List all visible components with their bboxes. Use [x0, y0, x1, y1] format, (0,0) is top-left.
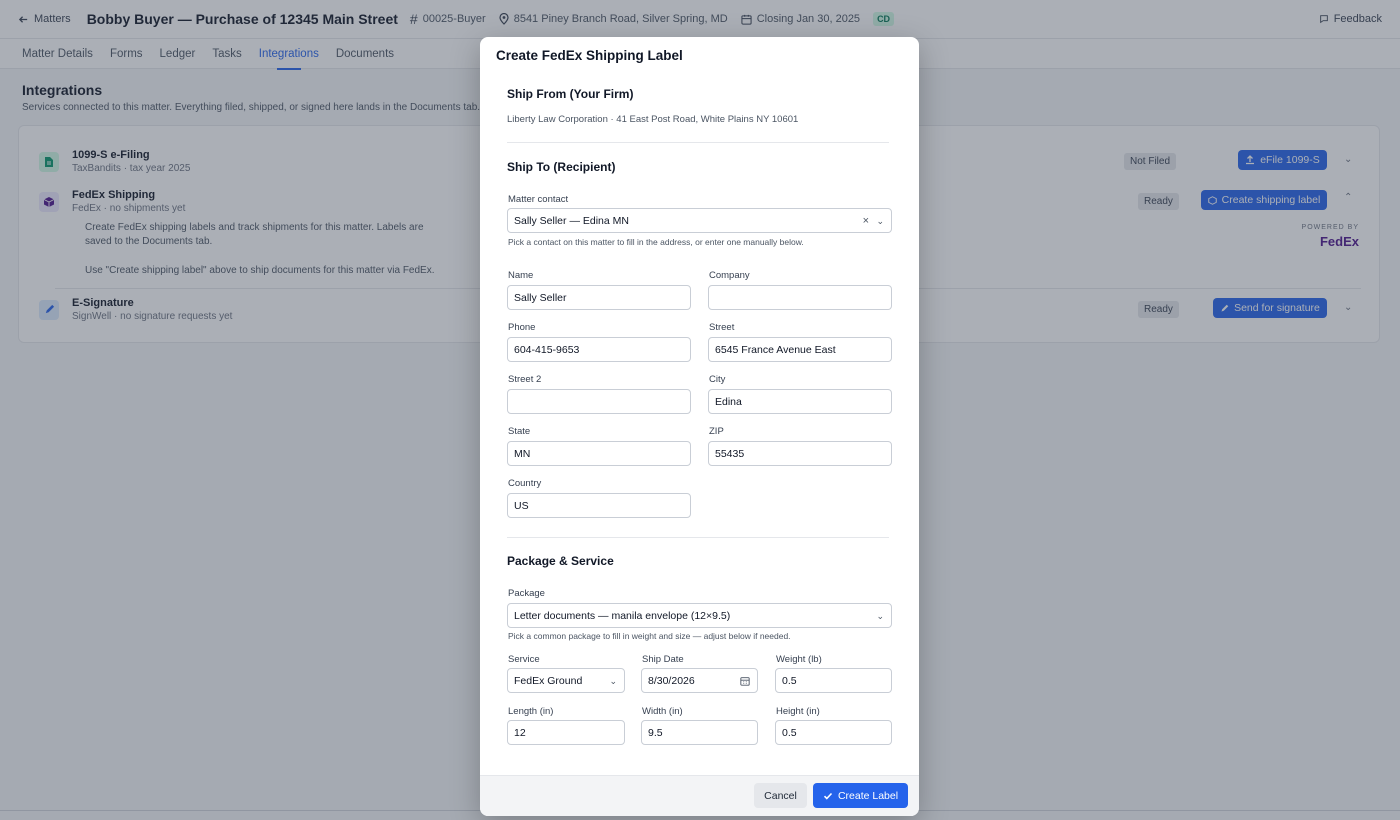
package-hint: Pick a common package to fill in weight …: [508, 631, 791, 641]
matter-contact-select[interactable]: Sally Seller — Edina MN × ⌄: [507, 208, 892, 233]
name-field[interactable]: Sally Seller: [507, 285, 691, 310]
checkmark-icon: [823, 792, 833, 800]
company-label: Company: [709, 270, 750, 281]
cancel-button[interactable]: Cancel: [754, 783, 807, 808]
ship-from-heading: Ship From (Your Firm): [507, 87, 634, 101]
height-label: Height (in): [776, 706, 820, 717]
company-field[interactable]: [708, 285, 892, 310]
street2-label: Street 2: [508, 374, 542, 385]
length-label: Length (in): [508, 706, 554, 717]
service-label: Service: [508, 654, 540, 665]
clear-icon[interactable]: ×: [863, 215, 869, 227]
ship-date-label: Ship Date: [642, 654, 684, 665]
phone-label: Phone: [508, 322, 536, 333]
weight-label: Weight (lb): [776, 654, 822, 665]
create-label-modal: Create FedEx Shipping Label Ship From (Y…: [480, 37, 919, 816]
street2-field[interactable]: [507, 389, 691, 414]
service-select[interactable]: FedEx Ground ⌄: [507, 668, 625, 693]
package-label: Package: [508, 588, 545, 599]
chevron-down-icon: ⌄: [609, 676, 617, 686]
city-field[interactable]: Edina: [708, 389, 892, 414]
create-label-button[interactable]: Create Label: [813, 783, 908, 808]
state-field[interactable]: MN: [507, 441, 691, 466]
country-label: Country: [508, 478, 542, 489]
divider: [507, 142, 889, 143]
contact-hint: Pick a contact on this matter to fill in…: [508, 237, 804, 247]
chevron-down-icon: ⌄: [876, 216, 884, 226]
divider: [507, 537, 889, 538]
length-field[interactable]: 12: [507, 720, 625, 745]
zip-label: ZIP: [709, 426, 724, 437]
ship-from-address: Liberty Law Corporation · 41 East Post R…: [507, 114, 799, 125]
weight-field[interactable]: 0.5: [775, 668, 892, 693]
width-label: Width (in): [642, 706, 683, 717]
modal-footer: Cancel Create Label: [480, 775, 919, 816]
package-heading: Package & Service: [507, 554, 614, 568]
state-label: State: [508, 426, 531, 437]
ship-to-heading: Ship To (Recipient): [507, 160, 616, 174]
package-select[interactable]: Letter documents — manila envelope (12×9…: [507, 603, 892, 628]
street-label: Street: [709, 322, 735, 333]
country-field[interactable]: US: [507, 493, 691, 518]
zip-field[interactable]: 55435: [708, 441, 892, 466]
name-label: Name: [508, 270, 534, 281]
ship-date-field[interactable]: 8/30/2026: [641, 668, 758, 693]
city-label: City: [709, 374, 726, 385]
calendar-icon[interactable]: [740, 676, 750, 686]
width-field[interactable]: 9.5: [641, 720, 758, 745]
street-field[interactable]: 6545 France Avenue East: [708, 337, 892, 362]
modal-title: Create FedEx Shipping Label: [496, 48, 683, 63]
contact-label: Matter contact: [508, 194, 569, 205]
height-field[interactable]: 0.5: [775, 720, 892, 745]
chevron-down-icon: ⌄: [876, 611, 884, 621]
phone-field[interactable]: 604-415-9653: [507, 337, 691, 362]
